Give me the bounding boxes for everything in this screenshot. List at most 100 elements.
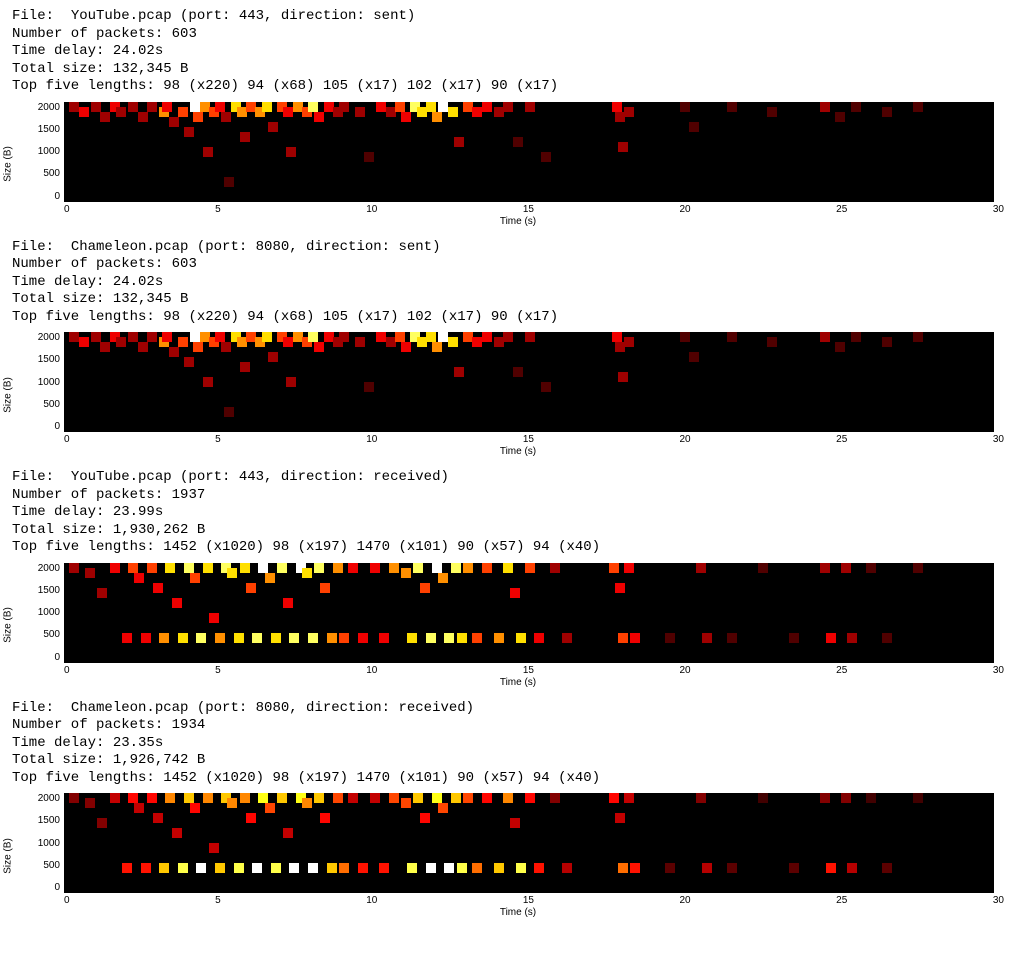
heatmap-cell <box>702 863 712 873</box>
heatmap-cell <box>193 342 203 352</box>
heatmap-cell <box>541 152 551 162</box>
heatmap-cell <box>196 863 206 873</box>
heatmap-cell <box>265 573 275 583</box>
heatmap-plot <box>64 332 994 432</box>
heatmap-cell <box>820 793 830 803</box>
yaxis-ticks: 2000150010005000 <box>32 793 64 893</box>
heatmap-cell <box>696 563 706 573</box>
heatmap-cell <box>224 177 234 187</box>
heatmap-cell <box>696 793 706 803</box>
chart-youtube-sent: Size (B) 2000150010005000 051015202530 T… <box>12 102 1004 227</box>
heatmap-cell <box>454 137 464 147</box>
heatmap-cell <box>153 813 163 823</box>
heatmap-cell <box>134 573 144 583</box>
heatmap-cell <box>624 793 634 803</box>
heatmap-cell <box>364 382 374 392</box>
heatmap-cell <box>240 132 250 142</box>
heatmap-cell <box>85 568 95 578</box>
heatmap-cell <box>482 102 492 112</box>
heatmap-cell <box>482 793 492 803</box>
ylabel: Size (B) <box>3 377 14 413</box>
ylabel: Size (B) <box>3 607 14 643</box>
heatmap-cell <box>147 332 157 342</box>
heatmap-cell <box>510 818 520 828</box>
heatmap-cell <box>286 147 296 157</box>
heatmap-cell <box>128 563 138 573</box>
heatmap-cell <box>110 793 120 803</box>
heatmap-cell <box>308 332 318 342</box>
heatmap-cell <box>271 633 281 643</box>
heatmap-cell <box>209 613 219 623</box>
heatmap-cell <box>221 112 231 122</box>
heatmap-cell <box>448 337 458 347</box>
heatmap-cell <box>389 793 399 803</box>
heatmap-cell <box>789 633 799 643</box>
heatmap-cell <box>116 107 126 117</box>
heatmap-cell <box>258 563 268 573</box>
heatmap-cell <box>69 793 79 803</box>
heatmap-cell <box>426 633 436 643</box>
heatmap-cell <box>630 863 640 873</box>
heatmap-cell <box>252 863 262 873</box>
heatmap-cell <box>134 803 144 813</box>
heatmap-cell <box>209 843 219 853</box>
block-chameleon-sent: File: Chameleon.pcap (port: 8080, direct… <box>12 239 1004 458</box>
heatmap-cell <box>141 863 151 873</box>
heatmap-cell <box>190 573 200 583</box>
heatmap-cell <box>193 112 203 122</box>
heatmap-cell <box>727 633 737 643</box>
heatmap-cell <box>339 102 349 112</box>
heatmap-cell <box>882 107 892 117</box>
heatmap-cell <box>609 793 619 803</box>
heatmap-cell <box>420 813 430 823</box>
heatmap-cell <box>550 793 560 803</box>
xaxis-ticks: 051015202530 <box>64 434 1004 445</box>
xlabel: Time (s) <box>32 446 1004 457</box>
heatmap-cell <box>184 357 194 367</box>
chart-youtube-received: Size (B) 2000150010005000 051015202530 T… <box>12 563 1004 688</box>
heatmap-cell <box>348 563 358 573</box>
heatmap-cell <box>327 863 337 873</box>
heatmap-cell <box>277 563 287 573</box>
heatmap-cell <box>407 633 417 643</box>
heatmap-cell <box>841 563 851 573</box>
heatmap-cell <box>314 563 324 573</box>
heatmap-cell <box>534 863 544 873</box>
heatmap-cell <box>482 563 492 573</box>
heatmap-cell <box>401 568 411 578</box>
heatmap-cell <box>314 793 324 803</box>
heatmap-cell <box>451 793 461 803</box>
heatmap-cell <box>847 633 857 643</box>
heatmap-cell <box>463 793 473 803</box>
heatmap-cell <box>438 803 448 813</box>
heatmap-cell <box>240 793 250 803</box>
heatmap-cell <box>457 633 467 643</box>
heatmap-cell <box>97 588 107 598</box>
heatmap-cell <box>79 337 89 347</box>
heatmap-cell <box>215 102 225 112</box>
heatmap-cell <box>165 563 175 573</box>
heatmap-cell <box>482 332 492 342</box>
heatmap-cell <box>432 342 442 352</box>
heatmap-cell <box>835 112 845 122</box>
heatmap-cell <box>227 568 237 578</box>
heatmap-cell <box>184 793 194 803</box>
heatmap-cell <box>432 563 442 573</box>
meta-youtube-sent: File: YouTube.pcap (port: 443, direction… <box>12 8 1004 96</box>
heatmap-cell <box>327 633 337 643</box>
meta-chameleon-sent: File: Chameleon.pcap (port: 8080, direct… <box>12 239 1004 327</box>
heatmap-cell <box>203 793 213 803</box>
heatmap-cell <box>851 102 861 112</box>
heatmap-cell <box>727 332 737 342</box>
heatmap-cell <box>172 598 182 608</box>
heatmap-cell <box>389 563 399 573</box>
heatmap-cell <box>426 332 436 342</box>
heatmap-cell <box>162 332 172 342</box>
heatmap-cell <box>91 332 101 342</box>
heatmap-cell <box>562 863 572 873</box>
heatmap-cell <box>665 633 675 643</box>
heatmap-cell <box>432 112 442 122</box>
heatmap-cell <box>370 793 380 803</box>
heatmap-cell <box>234 633 244 643</box>
heatmap-cell <box>268 122 278 132</box>
